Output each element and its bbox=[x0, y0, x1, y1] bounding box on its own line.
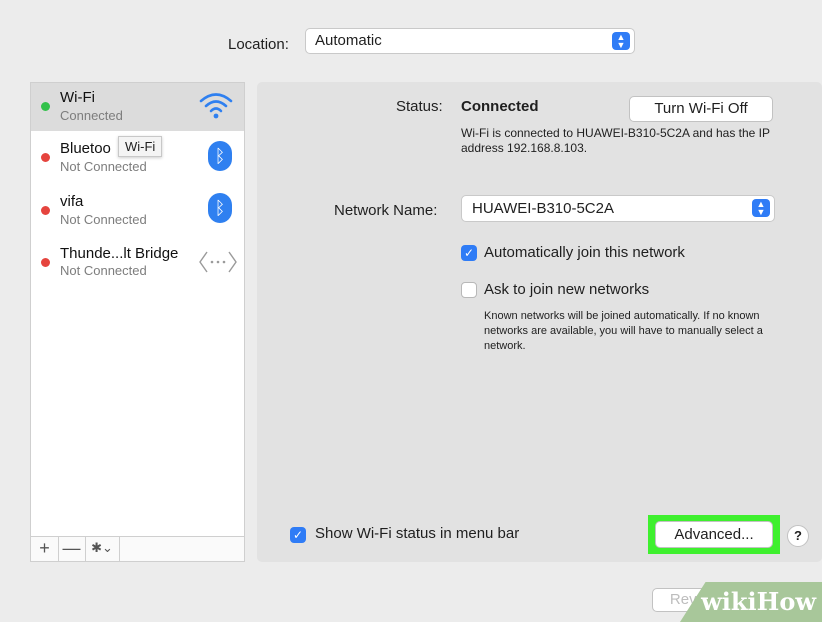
turn-wifi-off-button[interactable]: Turn Wi-Fi Off bbox=[629, 96, 773, 122]
ask-join-label[interactable]: Ask to join new networks bbox=[484, 281, 649, 298]
service-name: Wi-Fi bbox=[60, 89, 95, 106]
bluetooth-icon: ᛒ bbox=[208, 141, 232, 171]
auto-join-label[interactable]: Automatically join this network bbox=[484, 244, 685, 261]
remove-service-button[interactable]: — bbox=[58, 537, 86, 561]
ask-join-description: Known networks will be joined automatica… bbox=[484, 310, 763, 352]
status-dot-icon bbox=[41, 153, 50, 162]
add-service-button[interactable]: + bbox=[31, 537, 59, 561]
status-dot-icon bbox=[41, 258, 50, 267]
service-name: Thunde...lt Bridge bbox=[60, 245, 179, 262]
service-status: Connected bbox=[60, 108, 123, 123]
status-dot-icon bbox=[41, 102, 50, 111]
status-dot-icon bbox=[41, 206, 50, 215]
status-description: Wi-Fi is connected to HUAWEI-B310-5C2A a… bbox=[461, 126, 770, 155]
network-name-label: Network Name: bbox=[334, 202, 438, 219]
location-value: Automatic bbox=[315, 32, 382, 49]
show-wifi-status-label[interactable]: Show Wi-Fi status in menu bar bbox=[315, 525, 519, 542]
bluetooth-icon: ᛒ bbox=[208, 193, 232, 223]
select-stepper-icon: ▲ ▼ bbox=[752, 199, 770, 217]
advanced-button[interactable]: Advanced... bbox=[655, 521, 773, 548]
service-status: Not Connected bbox=[60, 159, 147, 174]
service-status: Not Connected bbox=[60, 212, 147, 227]
service-list-toolbar: + — ✱⌄ bbox=[30, 537, 245, 562]
service-name: vifa bbox=[60, 193, 84, 210]
status-label: Status: bbox=[396, 98, 443, 115]
auto-join-checkbox[interactable]: ✓ bbox=[461, 245, 477, 261]
location-select[interactable]: Automatic ▲ ▼ bbox=[305, 28, 635, 54]
service-name: Bluetoo bbox=[60, 140, 111, 157]
help-button[interactable]: ? bbox=[787, 525, 809, 547]
service-status: Not Connected bbox=[60, 263, 147, 278]
network-name-value: HUAWEI-B310-5C2A bbox=[472, 200, 614, 217]
thunderbolt-bridge-icon bbox=[199, 251, 237, 273]
location-label: Location: bbox=[228, 36, 289, 53]
ask-join-checkbox[interactable] bbox=[461, 282, 477, 298]
gear-menu-button[interactable]: ✱⌄ bbox=[85, 537, 120, 561]
service-item-vifa[interactable]: vifa Not Connected ᛒ bbox=[31, 187, 244, 235]
select-stepper-icon: ▲ ▼ bbox=[612, 32, 630, 50]
status-value: Connected bbox=[461, 98, 539, 115]
show-wifi-status-checkbox[interactable]: ✓ bbox=[290, 527, 306, 543]
network-name-select[interactable]: HUAWEI-B310-5C2A ▲ ▼ bbox=[461, 195, 775, 222]
wifi-icon bbox=[199, 93, 233, 119]
service-item-wifi[interactable]: Wi-Fi Connected bbox=[31, 83, 244, 131]
tooltip: Wi-Fi bbox=[118, 136, 163, 157]
service-item-thunderbolt-bridge[interactable]: Thunde...lt Bridge Not Connected bbox=[31, 239, 244, 287]
